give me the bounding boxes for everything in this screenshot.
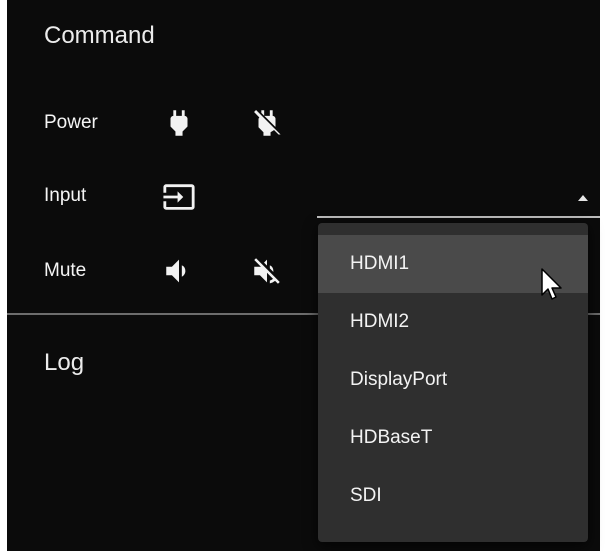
menu-item-hdmi2[interactable]: HDMI2 (318, 293, 588, 351)
menu-item-hdbaset[interactable]: HDBaseT (318, 409, 588, 467)
mute-label: Mute (44, 260, 87, 281)
power-on-plug-icon[interactable] (162, 106, 196, 140)
volume-icon[interactable] (162, 254, 196, 288)
menu-item-hdmi1[interactable]: HDMI1 (318, 235, 588, 293)
power-label: Power (44, 112, 98, 133)
input-dropdown-menu: HDMI1 HDMI2 DisplayPort HDBaseT SDI (318, 223, 588, 542)
volume-off-icon[interactable] (250, 254, 284, 288)
dropdown-arrow-up-icon[interactable] (578, 195, 588, 201)
command-title: Command (44, 22, 155, 49)
select-underline (317, 216, 600, 218)
menu-item-sdi[interactable]: SDI (318, 467, 588, 525)
input-select[interactable] (317, 178, 600, 218)
input-label: Input (44, 185, 87, 206)
log-title: Log (44, 349, 85, 376)
menu-item-displayport[interactable]: DisplayPort (318, 351, 588, 409)
input-icon[interactable] (162, 180, 196, 214)
power-off-plug-icon[interactable] (250, 106, 284, 140)
